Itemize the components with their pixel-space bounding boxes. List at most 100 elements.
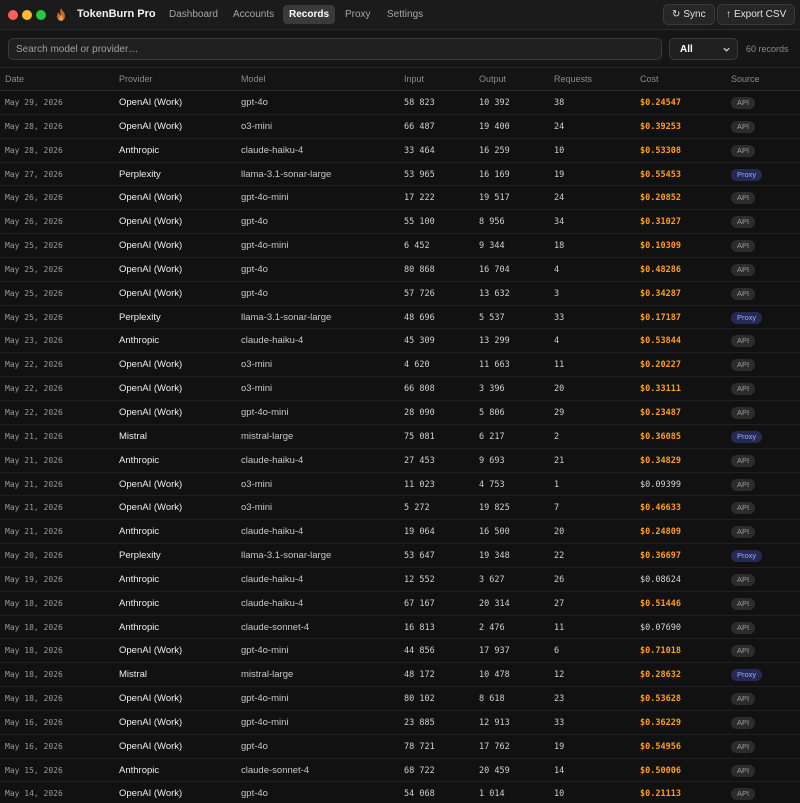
tab-proxy[interactable]: Proxy <box>339 5 377 24</box>
row-date: May 20, 2026 <box>5 551 63 561</box>
row-input-tokens: 80 868 <box>404 264 435 275</box>
row-input-tokens: 68 722 <box>404 765 435 776</box>
row-cost: $0.55453 <box>640 169 681 180</box>
table-row[interactable]: May 26, 2026 OpenAI (Work) gpt-4o 55 100 8 9… <box>0 210 800 235</box>
table-row[interactable]: May 26, 2026 OpenAI (Work) gpt-4o-mini 17 2… <box>0 186 800 211</box>
table-row[interactable]: May 25, 2026 OpenAI (Work) gpt-4o-mini 6 45… <box>0 234 800 258</box>
table-row[interactable]: May 18, 2026 Anthropic claude-haiku-4 67 16… <box>0 592 800 616</box>
window-minimize-button[interactable] <box>22 10 32 20</box>
table-row[interactable]: May 21, 2026 OpenAI (Work) o3-mini 11 023 4 … <box>0 473 800 497</box>
row-date: May 18, 2026 <box>5 670 63 680</box>
row-cost: $0.34829 <box>640 455 681 466</box>
row-model: o3-mini <box>241 359 273 371</box>
row-model: claude-haiku-4 <box>241 573 304 585</box>
source-badge: API <box>731 383 756 396</box>
source-filter-value: All <box>680 44 693 55</box>
row-requests: 4 <box>554 264 560 275</box>
row-output-tokens: 19 517 <box>479 193 510 204</box>
row-requests: 20 <box>554 384 565 395</box>
table-row[interactable]: May 21, 2026 Anthropic claude-haiku-4 19 06… <box>0 520 800 545</box>
row-cost: $0.23487 <box>640 407 681 418</box>
table-row[interactable]: May 21, 2026 Anthropic claude-haiku-4 27 45… <box>0 449 800 473</box>
row-output-tokens: 9 344 <box>479 241 505 252</box>
record-count: 60 records <box>746 44 789 54</box>
header-source[interactable]: Source <box>731 74 760 84</box>
row-cost: $0.46633 <box>640 503 681 514</box>
table-row[interactable]: May 16, 2026 OpenAI (Work) gpt-4o 78 721 17 … <box>0 735 800 759</box>
source-filter-select[interactable]: All <box>669 38 738 60</box>
row-input-tokens: 44 856 <box>404 646 435 657</box>
tab-dashboard[interactable]: Dashboard <box>163 5 224 24</box>
table-row[interactable]: May 28, 2026 Anthropic claude-haiku-4 33 46… <box>0 139 800 163</box>
table-row[interactable]: May 19, 2026 Anthropic claude-haiku-4 12 55… <box>0 568 800 592</box>
table-row[interactable]: May 18, 2026 OpenAI (Work) gpt-4o-mini 80 1… <box>0 687 800 711</box>
table-row[interactable]: May 14, 2026 OpenAI (Work) gpt-4o 54 068 1 0… <box>0 782 800 803</box>
tab-settings[interactable]: Settings <box>381 5 429 24</box>
search-input[interactable] <box>8 38 662 60</box>
row-output-tokens: 13 632 <box>479 288 510 299</box>
header-input[interactable]: Input <box>404 74 424 84</box>
row-requests: 12 <box>554 670 565 681</box>
table-row[interactable]: May 20, 2026 Perplexity llama-3.1-sonar-la… <box>0 544 800 568</box>
row-output-tokens: 16 169 <box>479 169 510 180</box>
row-input-tokens: 5 272 <box>404 503 430 514</box>
row-date: May 21, 2026 <box>5 527 63 537</box>
window-maximize-button[interactable] <box>36 10 46 20</box>
source-badge: API <box>731 263 756 276</box>
table-row[interactable]: May 21, 2026 OpenAI (Work) o3-mini 5 272 19 … <box>0 496 800 521</box>
row-model: gpt-4o <box>241 788 268 800</box>
row-requests: 19 <box>554 741 565 752</box>
flame-icon <box>56 8 68 22</box>
table-row[interactable]: May 21, 2026 Mistral mistral-large 75 081 6 … <box>0 425 800 449</box>
header-model[interactable]: Model <box>241 74 266 84</box>
row-requests: 3 <box>554 288 560 299</box>
row-date: May 18, 2026 <box>5 622 63 632</box>
tab-accounts[interactable]: Accounts <box>227 5 280 24</box>
row-requests: 22 <box>554 551 565 562</box>
table-row[interactable]: May 15, 2026 Anthropic claude-sonnet-4 68 7… <box>0 759 800 783</box>
source-badge: API <box>731 573 756 586</box>
tab-records[interactable]: Records <box>283 5 336 24</box>
row-output-tokens: 19 348 <box>479 551 510 562</box>
row-date: May 14, 2026 <box>5 789 63 799</box>
row-provider: Anthropic <box>119 526 160 538</box>
row-cost: $0.08624 <box>640 574 681 585</box>
table-row[interactable]: May 16, 2026 OpenAI (Work) gpt-4o-mini 23 8… <box>0 711 800 735</box>
table-row[interactable]: May 27, 2026 Perplexity llama-3.1-sonar-la… <box>0 163 800 187</box>
table-row[interactable]: May 18, 2026 OpenAI (Work) gpt-4o-mini 44 8… <box>0 639 800 664</box>
table-row[interactable]: May 28, 2026 OpenAI (Work) o3-mini 66 487 19… <box>0 115 800 139</box>
source-badge: API <box>731 406 756 419</box>
header-cost[interactable]: Cost <box>640 74 659 84</box>
row-output-tokens: 13 299 <box>479 336 510 347</box>
row-input-tokens: 55 100 <box>404 217 435 228</box>
table-row[interactable]: May 23, 2026 Anthropic claude-haiku-4 45 30… <box>0 329 800 354</box>
table-row[interactable]: May 22, 2026 OpenAI (Work) o3-mini 66 808 3 … <box>0 377 800 401</box>
row-provider: OpenAI (Work) <box>119 192 183 204</box>
row-requests: 20 <box>554 527 565 538</box>
row-provider: OpenAI (Work) <box>119 120 183 132</box>
row-provider: OpenAI (Work) <box>119 645 183 657</box>
table-row[interactable]: May 22, 2026 OpenAI (Work) gpt-4o-mini 28 0… <box>0 401 800 425</box>
table-row[interactable]: May 18, 2026 Anthropic claude-sonnet-4 16 8… <box>0 616 800 640</box>
table-row[interactable]: May 25, 2026 OpenAI (Work) gpt-4o 57 726 13 … <box>0 282 800 306</box>
window-close-button[interactable] <box>8 10 18 20</box>
table-row[interactable]: May 25, 2026 OpenAI (Work) gpt-4o 80 868 16 … <box>0 258 800 282</box>
row-provider: Perplexity <box>119 550 161 562</box>
row-model: gpt-4o <box>241 216 268 228</box>
header-date[interactable]: Date <box>5 74 24 84</box>
row-output-tokens: 1 014 <box>479 789 505 800</box>
table-row[interactable]: May 22, 2026 OpenAI (Work) o3-mini 4 620 11 … <box>0 353 800 378</box>
row-provider: OpenAI (Work) <box>119 240 183 252</box>
row-model: gpt-4o-mini <box>241 716 289 728</box>
header-provider[interactable]: Provider <box>119 74 153 84</box>
table-row[interactable]: May 25, 2026 Perplexity llama-3.1-sonar-la… <box>0 306 800 330</box>
row-cost: $0.20227 <box>640 360 681 371</box>
table-row[interactable]: May 29, 2026 OpenAI (Work) gpt-4o 58 823 10 … <box>0 91 800 115</box>
row-date: May 21, 2026 <box>5 431 63 441</box>
sync-button[interactable]: ↻ Sync <box>663 4 715 25</box>
header-requests[interactable]: Requests <box>554 74 592 84</box>
header-output[interactable]: Output <box>479 74 506 84</box>
export-csv-button[interactable]: ↑ Export CSV <box>717 4 796 25</box>
table-row[interactable]: May 18, 2026 Mistral mistral-large 48 172 10… <box>0 663 800 688</box>
row-input-tokens: 19 064 <box>404 527 435 538</box>
